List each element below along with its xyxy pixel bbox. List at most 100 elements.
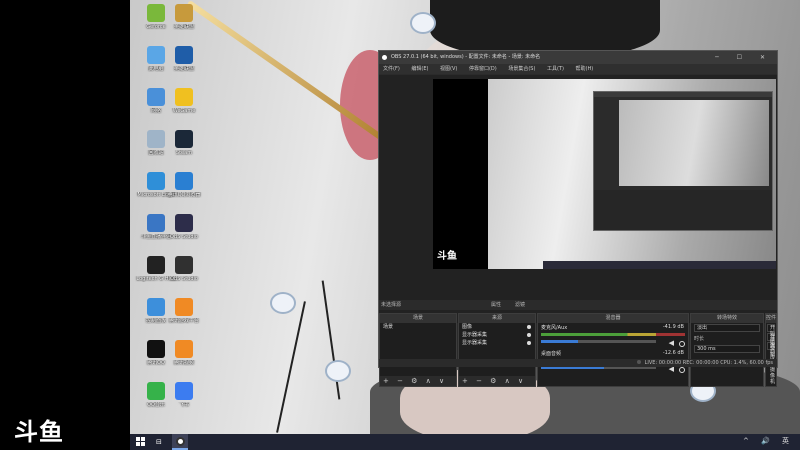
source-item[interactable]: 图像 [459, 323, 535, 331]
controls-body: 开始推流 开始录制 启动虚拟摄像机 [766, 323, 776, 386]
scenes-list[interactable]: 场景 [380, 323, 456, 376]
desktop-icon[interactable]: Steam [162, 130, 206, 170]
app-icon [175, 46, 193, 64]
controls-dock: 控件 开始推流 开始录制 启动虚拟摄像机 [765, 313, 777, 387]
nested-title-bar [594, 92, 772, 97]
mixer-channels: 麦克风/Aux -41.9 dB ◀ 桌面音频 -12.6 dB ◀ [538, 323, 688, 386]
eye-icon[interactable] [527, 341, 531, 345]
eye-icon[interactable] [527, 333, 531, 337]
eye-icon[interactable] [527, 325, 531, 329]
menu-tools[interactable]: 工具(T) [547, 66, 564, 72]
transition-type-select[interactable]: 淡出 [694, 324, 760, 332]
preview-nested-obs [593, 91, 773, 231]
source-toolbar: 未选择源 属性 滤镜 [379, 300, 777, 310]
obs-window[interactable]: OBS 27.0.1 (64 bit, windows) - 配置文件: 未命名… [378, 50, 778, 387]
virtual-camera-button[interactable]: 启动虚拟摄像机 [767, 342, 775, 385]
source-label: 图像 [462, 324, 473, 330]
sources-dock-title: 来源 [459, 314, 535, 323]
menu-file[interactable]: 文件(F) [383, 66, 400, 72]
flower-stem [276, 301, 306, 433]
transitions-dock: 转场特效 淡出 时长 300 ms [690, 313, 764, 387]
desktop-icon[interactable]: 英雄联盟 [162, 46, 206, 86]
desktop-icon-label: 腾讯QQ浏览器 [167, 192, 201, 198]
desktop-icon[interactable]: OBS Studio [162, 256, 206, 296]
windows-start-icon[interactable] [136, 437, 146, 447]
no-source-selected-label: 未选择源 [381, 302, 402, 308]
nested-docks [594, 190, 772, 230]
sources-list[interactable]: 图像 显示器采集 显示器采集 [459, 323, 535, 376]
audio-mixer-dock: 混音器 麦克风/Aux -41.9 dB ◀ 桌面音频 -12.6 dB ◀ [537, 313, 689, 387]
menu-view[interactable]: 视图(V) [440, 66, 457, 72]
windows-taskbar: ⊟ ^ 🔊 英 [130, 434, 800, 450]
volume-meter [541, 333, 685, 336]
scenes-dock-title: 场景 [380, 314, 456, 323]
desktop-icon[interactable]: 腾讯游戏平台 [162, 298, 206, 338]
desktop-icon[interactable]: OBS Studio [162, 214, 206, 254]
duration-input[interactable]: 300 ms [694, 345, 760, 353]
volume-slider-fill [541, 340, 578, 343]
gear-icon[interactable] [679, 367, 685, 373]
start-recording-button[interactable]: 开始录制 [767, 333, 775, 358]
source-label: 显示器采集 [462, 332, 488, 338]
scenes-dock: 场景 场景 + − ⚙ ∧ ∨ [379, 313, 457, 387]
obs-title-bar[interactable]: OBS 27.0.1 (64 bit, windows) - 配置文件: 未命名… [379, 51, 777, 64]
app-icon [175, 172, 193, 190]
preview-canvas[interactable]: 斗鱼 [433, 79, 776, 269]
menu-edit[interactable]: 编辑(E) [411, 66, 428, 72]
desktop-icon-label: 英雄联盟 [173, 24, 194, 30]
system-tray[interactable]: ^ 🔊 英 [743, 436, 794, 446]
app-icon [175, 4, 193, 22]
scene-item[interactable]: 场景 [380, 323, 456, 331]
menu-scene-collection[interactable]: 场景集合(S) [508, 66, 535, 72]
task-view-icon[interactable]: ⊟ [156, 437, 166, 447]
preview-taskbar [543, 261, 776, 269]
desktop-icon-label: 飞书 [178, 402, 189, 408]
mixer-channel-mic: 麦克风/Aux -41.9 dB ◀ [538, 323, 688, 349]
nested-preview [619, 100, 769, 186]
desktop-icon-label: 腾讯视频 [173, 360, 194, 366]
source-item[interactable]: 显示器采集 [459, 339, 535, 347]
app-icon [175, 88, 193, 106]
stream-overlay-panel: 斗鱼 [0, 0, 130, 450]
menu-help[interactable]: 帮助(H) [576, 66, 594, 72]
volume-slider[interactable] [541, 340, 657, 343]
desktop-icon-label: OBS Studio [170, 276, 198, 282]
app-icon [175, 214, 193, 232]
menu-docks[interactable]: 停靠窗口(D) [469, 66, 497, 72]
desktop-icon[interactable]: 腾讯QQ浏览器 [162, 172, 206, 212]
app-icon [175, 382, 193, 400]
desktop-icon[interactable]: 英雄联盟 [162, 4, 206, 44]
flower [325, 360, 351, 382]
source-label: 显示器采集 [462, 340, 488, 346]
controls-dock-title: 控件 [766, 314, 777, 323]
duration-label: 时长 [694, 336, 705, 342]
window-controls[interactable]: ─ ☐ ✕ [715, 51, 773, 64]
desktop-icon[interactable]: 腾讯视频 [162, 340, 206, 380]
obs-menu-bar: 文件(F) 编辑(E) 视图(V) 停靠窗口(D) 场景集合(S) 工具(T) … [379, 64, 777, 74]
source-item[interactable]: 显示器采集 [459, 331, 535, 339]
channel-db: -41.9 dB [662, 324, 684, 330]
channel-db: -12.6 dB [662, 350, 684, 356]
desktop-icon[interactable]: 飞书 [162, 382, 206, 422]
preview-douyu-logo: 斗鱼 [437, 251, 457, 262]
live-indicator-icon [637, 360, 642, 364]
filters-button[interactable]: 滤镜 [515, 300, 525, 310]
desktop-icon-label: 腾讯游戏平台 [168, 318, 199, 324]
transitions-dock-title: 转场特效 [691, 314, 763, 323]
obs-icon [175, 437, 185, 446]
app-icon [175, 298, 193, 316]
gear-icon[interactable] [679, 341, 685, 347]
desktop-icon[interactable]: WeGame [162, 88, 206, 128]
desktop-icon-label: Steam [175, 150, 193, 156]
obs-taskbar-button[interactable] [172, 434, 188, 450]
douyu-logo: 斗鱼 [14, 418, 64, 446]
obs-preview-area[interactable]: 斗鱼 未选择源 属性 滤镜 场景 场景 + − ⚙ ∧ ∨ 来源 图像 显示器采… [379, 75, 777, 387]
app-icon [175, 256, 193, 274]
sources-footer-buttons[interactable]: + − ⚙ ∧ ∨ [459, 376, 535, 386]
desktop-icon-label: OBS Studio [170, 234, 198, 240]
status-text: LIVE: 00:00:00 REC: 00:00:00 CPU: 1.4%, … [644, 360, 773, 366]
speaker-icon[interactable]: ◀ [669, 339, 674, 347]
start-streaming-button[interactable]: 开始推流 [767, 324, 775, 349]
scenes-footer-buttons[interactable]: + − ⚙ ∧ ∨ [380, 376, 456, 386]
properties-button[interactable]: 属性 [491, 300, 501, 310]
